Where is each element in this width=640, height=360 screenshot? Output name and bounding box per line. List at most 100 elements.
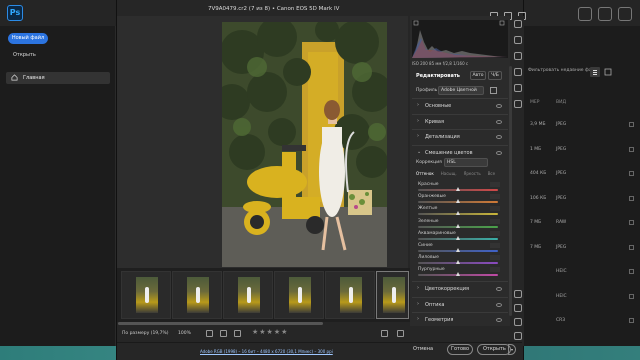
select-checkbox[interactable] bbox=[629, 122, 634, 127]
sort-icon[interactable] bbox=[220, 330, 227, 337]
hsl-slider-knob[interactable] bbox=[455, 260, 460, 265]
select-checkbox[interactable] bbox=[629, 269, 634, 274]
panel-section[interactable]: › Основные bbox=[412, 98, 508, 112]
eye-icon[interactable] bbox=[496, 318, 502, 322]
compare-view-icon[interactable] bbox=[381, 330, 388, 337]
filmstrip-toggle-icon[interactable] bbox=[206, 330, 213, 337]
select-checkbox[interactable] bbox=[629, 195, 634, 201]
star-rating[interactable]: ★★★★★ bbox=[252, 328, 288, 336]
panel-section[interactable]: › Кривая bbox=[412, 113, 508, 128]
filmstrip-thumb[interactable] bbox=[274, 271, 324, 319]
healing-tool-icon[interactable] bbox=[514, 52, 522, 60]
photoshop-top-icons bbox=[572, 6, 632, 25]
hsl-slider-row: Зеленые bbox=[418, 218, 500, 231]
hsl-slider-knob[interactable] bbox=[455, 248, 460, 252]
workflow-options-link[interactable]: Adobe RGB (1998) – 16 бит – 4480 x 6720 … bbox=[200, 349, 333, 354]
hsl-slider-knob[interactable] bbox=[455, 272, 460, 277]
mix-tab[interactable]: Оттенок bbox=[416, 171, 434, 176]
filmstrip-thumb[interactable] bbox=[325, 271, 375, 319]
hsl-slider-value[interactable] bbox=[490, 267, 500, 273]
grid-tool-icon[interactable] bbox=[514, 332, 522, 340]
select-checkbox[interactable] bbox=[629, 293, 634, 299]
select-checkbox[interactable] bbox=[629, 244, 634, 250]
profile-icon[interactable] bbox=[618, 7, 632, 21]
panel-section-label: Оптика bbox=[425, 301, 445, 308]
zoom-fit-select[interactable]: По размеру (19,7%) bbox=[122, 331, 169, 336]
hsl-slider-knob[interactable] bbox=[455, 211, 460, 216]
edit-tool-icon[interactable] bbox=[514, 20, 522, 28]
type-column-header[interactable]: ВИД bbox=[556, 100, 566, 105]
panel-section-label: Смешение цветов bbox=[425, 149, 473, 156]
hsl-slider-value[interactable] bbox=[490, 182, 500, 187]
panel-section[interactable]: › Детализация bbox=[412, 129, 508, 143]
photo-preview[interactable] bbox=[222, 22, 387, 267]
hsl-slider-knob[interactable] bbox=[455, 223, 460, 228]
select-checkbox[interactable] bbox=[629, 171, 634, 176]
hand-tool-icon[interactable] bbox=[514, 304, 522, 312]
panel-section[interactable]: › Оптика bbox=[412, 296, 508, 311]
eye-icon[interactable] bbox=[496, 104, 502, 108]
hsl-slider-knob[interactable] bbox=[455, 235, 460, 240]
hsl-slider-knob[interactable] bbox=[455, 187, 460, 191]
eye-icon[interactable] bbox=[496, 287, 502, 291]
panel-section[interactable]: › Геометрия bbox=[412, 312, 508, 326]
hsl-slider-value[interactable] bbox=[490, 194, 500, 200]
open-button[interactable]: Открыть bbox=[13, 52, 36, 58]
grid-view-icon bbox=[604, 68, 612, 76]
filmstrip-thumb[interactable] bbox=[172, 271, 222, 319]
mix-tab[interactable]: Насыщ. bbox=[441, 171, 457, 176]
hsl-slider-label: Красные bbox=[418, 182, 439, 187]
profile-browser-icon[interactable] bbox=[490, 87, 497, 94]
zoom-tool-icon[interactable] bbox=[514, 290, 522, 298]
hsl-slider-value[interactable] bbox=[490, 218, 500, 224]
eye-icon[interactable] bbox=[496, 135, 502, 139]
chevron-icon: › bbox=[417, 102, 419, 108]
black-white-button[interactable]: Ч/Б bbox=[488, 71, 502, 80]
recent-file-size: 7 МБ bbox=[530, 244, 542, 250]
select-checkbox[interactable] bbox=[629, 318, 634, 323]
select-checkbox[interactable] bbox=[629, 146, 634, 152]
panel-section[interactable]: ⌄ Смешение цветов bbox=[412, 144, 508, 159]
zoom-percent[interactable]: 100% bbox=[178, 331, 191, 336]
search-icon[interactable] bbox=[578, 7, 592, 21]
size-column-header[interactable]: МЕР bbox=[530, 100, 539, 105]
filmstrip-thumb[interactable] bbox=[121, 271, 171, 319]
hsl-slider-value[interactable] bbox=[490, 243, 500, 248]
done-button[interactable]: Готово bbox=[447, 344, 473, 355]
mix-tab[interactable]: Все bbox=[488, 171, 495, 176]
eye-icon[interactable] bbox=[496, 150, 502, 155]
sampler-tool-icon[interactable] bbox=[514, 318, 522, 326]
auto-button[interactable]: Авто bbox=[470, 71, 486, 80]
filter-icon[interactable] bbox=[234, 330, 241, 337]
view-toggle[interactable] bbox=[590, 67, 620, 77]
crop-tool-icon[interactable] bbox=[514, 36, 522, 44]
recent-filter-input[interactable]: Фильтровать недавние файл bbox=[528, 68, 597, 73]
redeye-tool-icon[interactable] bbox=[514, 84, 522, 92]
sidebar-item-home[interactable] bbox=[6, 72, 110, 84]
before-after-icon[interactable] bbox=[397, 330, 404, 337]
open-image-button[interactable]: Открыть bbox=[477, 344, 511, 355]
hsl-slider-value[interactable] bbox=[490, 230, 500, 236]
profile-select[interactable]: Adobe Цветной bbox=[438, 86, 484, 95]
mix-tab[interactable]: Яркость bbox=[464, 171, 481, 176]
filmstrip-thumb[interactable] bbox=[376, 271, 409, 319]
mask-tool-icon[interactable] bbox=[514, 68, 522, 76]
hsl-slider-row: Синие bbox=[418, 243, 500, 255]
eye-icon[interactable] bbox=[496, 119, 502, 124]
select-checkbox[interactable] bbox=[629, 220, 634, 225]
panel-section-label: Основные bbox=[425, 103, 452, 109]
hsl-slider-value[interactable] bbox=[490, 255, 500, 261]
hsl-slider-knob[interactable] bbox=[455, 199, 460, 204]
mix-correction-select[interactable]: HSL bbox=[444, 158, 488, 167]
new-file-button[interactable]: Новый файл bbox=[8, 33, 48, 44]
notification-icon[interactable] bbox=[598, 7, 612, 21]
hsl-slider-value[interactable] bbox=[490, 206, 500, 212]
hsl-slider-label: Аквамариновые bbox=[418, 230, 456, 236]
cancel-button[interactable]: Отмена bbox=[413, 346, 433, 352]
panel-section[interactable]: › Цветокоррекция bbox=[412, 281, 508, 295]
eye-icon[interactable] bbox=[496, 302, 502, 307]
presets-tool-icon[interactable] bbox=[514, 100, 522, 108]
filmstrip-thumb[interactable] bbox=[223, 271, 273, 319]
profile-label: Профиль bbox=[416, 88, 438, 93]
filmstrip-scrollbar[interactable] bbox=[118, 322, 323, 325]
